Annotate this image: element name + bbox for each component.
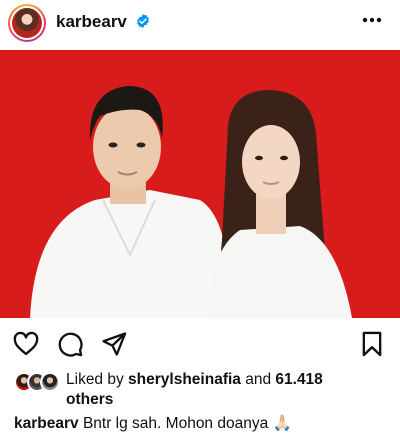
post-caption: karbearv Bntr lg sah. Mohon doanya 🙏🏻 [14, 414, 292, 434]
verified-badge-icon [137, 14, 149, 28]
post-actions-bar [0, 324, 400, 364]
liker-avatar [40, 372, 60, 392]
caption-text: Bntr lg sah. Mohon doanya [82, 415, 269, 432]
bookmark-icon[interactable] [358, 330, 386, 358]
comment-icon[interactable] [56, 330, 84, 358]
post-photo-illustration [0, 50, 400, 318]
profile-avatar[interactable] [8, 4, 46, 42]
heart-icon[interactable] [12, 330, 40, 358]
caption-emoji: 🙏🏻 [272, 415, 292, 432]
post-username[interactable]: karbearv [56, 12, 127, 32]
likes-text[interactable]: Liked by sherylsheinafia and 61.418 other… [14, 370, 394, 410]
liked-by-avatars[interactable] [14, 372, 66, 394]
likes-count[interactable]: 61.418 [275, 371, 322, 388]
post-image[interactable] [0, 50, 400, 318]
more-options-icon[interactable] [358, 8, 386, 32]
likes-suffix[interactable]: others [66, 391, 113, 408]
profile-photo [12, 8, 42, 38]
liked-by-user-link[interactable]: sherylsheinafia [128, 371, 241, 388]
likes-prefix: Liked by [66, 371, 129, 388]
caption-username[interactable]: karbearv [14, 415, 79, 432]
likes-summary: Liked by sherylsheinafia and 61.418 other… [14, 370, 394, 410]
post-header: karbearv [0, 0, 400, 46]
share-icon[interactable] [100, 330, 128, 358]
likes-middle: and [240, 371, 276, 388]
